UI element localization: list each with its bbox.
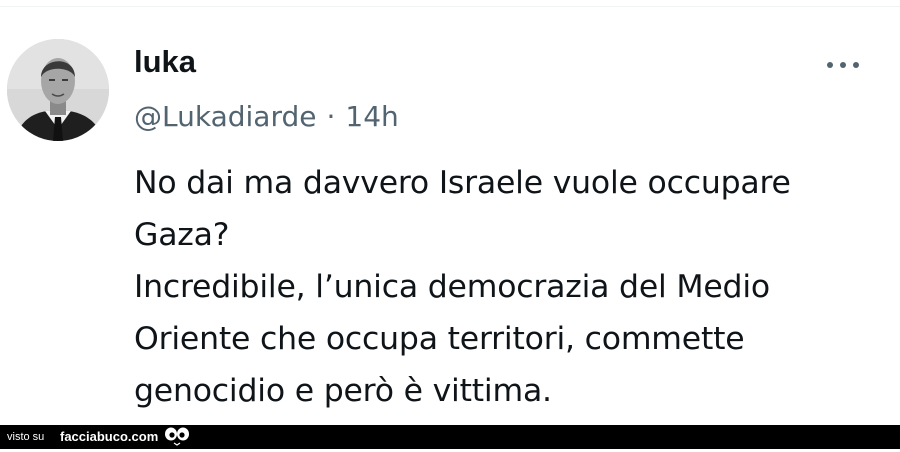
tweet-text-line: Gaza?: [134, 217, 230, 253]
avatar[interactable]: [7, 39, 109, 141]
handle[interactable]: @Lukadiarde: [134, 100, 316, 133]
visto-su-label: visto su: [7, 431, 45, 443]
tweet-text-line: No dai ma davvero Israele vuole occupare: [134, 165, 791, 201]
tweet-text-line: Oriente che occupa territori, commette: [134, 321, 745, 357]
watermark-footer: visto su facciabuco.com: [0, 425, 900, 449]
tweet-text-line: genocidio e però è vittima.: [134, 373, 552, 409]
tweet: luka @Lukadiarde · 14h No dai ma davvero I…: [0, 0, 900, 425]
avatar-photo: [7, 39, 109, 141]
display-name[interactable]: luka: [134, 42, 196, 82]
eyes-logo-icon: [164, 426, 190, 452]
tweet-text-line: Incredibile, l’unica democrazia del Medi…: [134, 269, 770, 305]
more-options-button[interactable]: [818, 50, 868, 80]
separator: ·: [326, 100, 336, 133]
more-horizontal-icon: [827, 62, 859, 68]
timestamp[interactable]: 14h: [345, 100, 398, 133]
handle-line: @Lukadiarde · 14h: [134, 97, 399, 137]
tweet-text: No dai ma davvero Israele vuole occupare…: [134, 157, 884, 417]
brand-label: facciabuco.com: [60, 429, 159, 444]
